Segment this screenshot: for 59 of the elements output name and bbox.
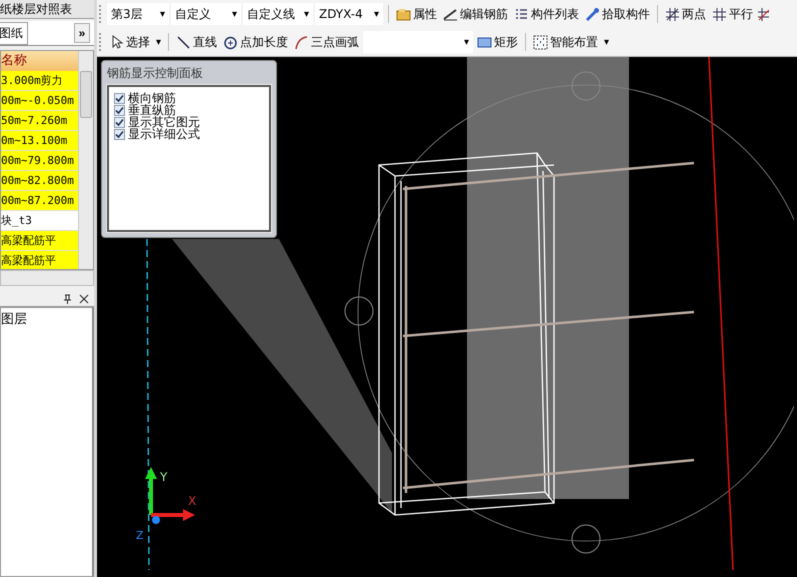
table-cell[interactable]: 高梁配筋平: [1, 251, 78, 269]
pin-icon[interactable]: [63, 294, 72, 304]
toolbar-button[interactable]: 点加长度: [221, 31, 290, 53]
checkbox-option[interactable]: 显示详细公式: [114, 128, 264, 140]
tree-item[interactable]: 图层: [1, 308, 92, 328]
checkbox[interactable]: [114, 92, 125, 104]
axis-label: Y: [160, 470, 168, 484]
tab[interactable]: 图纸: [0, 22, 28, 44]
checkbox-option[interactable]: 垂直纵筋: [114, 104, 264, 116]
toolbar-button[interactable]: 三点画弧: [292, 31, 362, 53]
cross-lines-icon[interactable]: [757, 6, 769, 22]
checkbox[interactable]: [114, 116, 125, 128]
arc-icon: [294, 34, 310, 50]
close-icon[interactable]: [78, 293, 90, 305]
dropdown[interactable]: 自定义线 ▾: [243, 3, 313, 25]
table-cell[interactable]: 00m~82.800m: [1, 171, 78, 191]
checkbox[interactable]: [114, 128, 125, 140]
menu-button[interactable]: 选择 ▾: [107, 31, 164, 53]
rectangle-icon: [477, 34, 492, 50]
table-cell[interactable]: 0m~13.100m: [1, 131, 78, 151]
grid-icon: [533, 34, 548, 50]
toolbar-button[interactable]: 矩形: [475, 31, 520, 53]
toolbar-button[interactable]: 拾取构件: [583, 3, 652, 25]
toolbar-button[interactable]: 编辑钢筋: [441, 3, 510, 25]
line-icon: [176, 34, 192, 50]
table-cell[interactable]: 50m~7.260m: [1, 111, 78, 131]
panel-title: 钢筋显示控制面板: [107, 65, 204, 82]
toolbar-button[interactable]: 构件列表: [512, 3, 581, 25]
pen-icon: [443, 6, 458, 22]
table-cell[interactable]: 00m~79.800m: [1, 151, 78, 171]
dropper-icon: [585, 6, 600, 22]
toolbar-button[interactable]: 属性: [394, 3, 439, 25]
horizontal-scrollbar[interactable]: [0, 270, 94, 286]
toolbar-button[interactable]: 两点: [663, 3, 708, 25]
axis-label: Z: [136, 529, 144, 542]
axis-label: X: [188, 494, 196, 508]
column-header: 名称: [1, 51, 78, 71]
dropdown[interactable]: ZDYX-4 ▾: [315, 3, 383, 25]
checkbox-option[interactable]: 横向钢筋: [114, 92, 264, 104]
menu-button[interactable]: 智能布置 ▾: [531, 31, 612, 53]
axis-icon: [145, 467, 195, 524]
table-cell[interactable]: 3.000m剪力: [1, 71, 78, 91]
toolbar-button[interactable]: 平行: [710, 3, 755, 25]
toolbar-button[interactable]: 直线: [174, 31, 220, 53]
hash-icon: [712, 6, 727, 22]
table-cell[interactable]: 00m~-0.050m: [1, 91, 78, 111]
table-cell[interactable]: 00m~87.200m: [1, 191, 78, 211]
list-icon: [514, 6, 529, 22]
checkbox-option[interactable]: 显示其它图元: [114, 116, 264, 128]
checkbox[interactable]: [114, 104, 125, 116]
folder-icon: [396, 6, 411, 22]
more-button[interactable]: »: [74, 23, 90, 43]
scrollbar[interactable]: [78, 51, 93, 269]
table-cell[interactable]: 高梁配筋平: [1, 231, 78, 251]
dropdown[interactable]: 自定义 ▾: [171, 3, 241, 25]
panel-tab[interactable]: 纸楼层对照表: [0, 0, 94, 19]
dropdown[interactable]: ▾: [363, 31, 474, 53]
cross-lines-icon: [665, 6, 680, 22]
dropdown[interactable]: 第3层 ▾: [107, 3, 169, 25]
